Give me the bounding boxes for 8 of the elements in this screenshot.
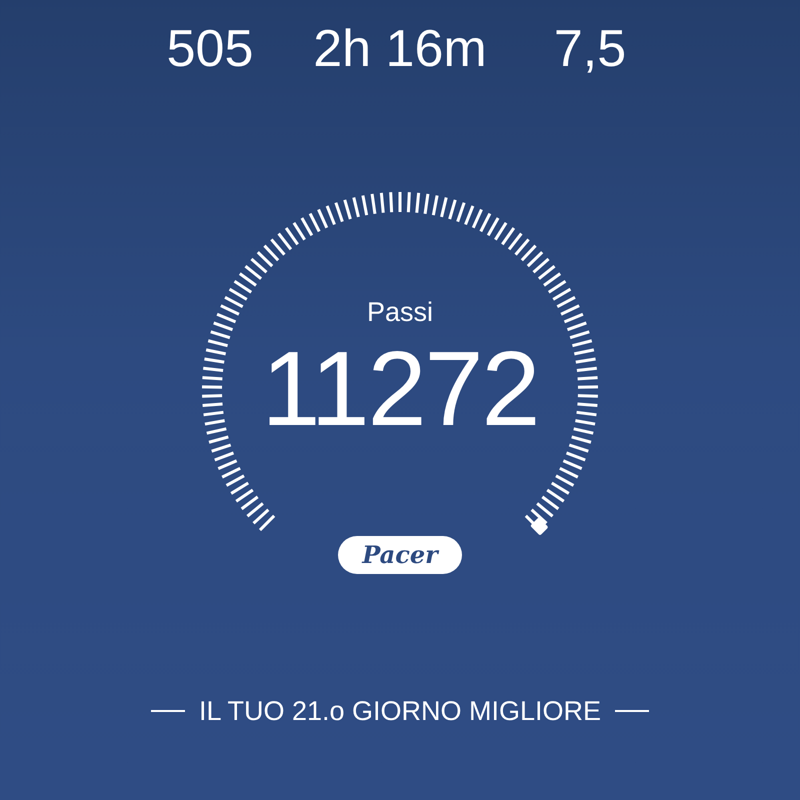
gauge-marker <box>530 517 548 536</box>
logo-badge: Pacer <box>338 536 462 574</box>
best-day-caption: IL TUO 21.o GIORNO MIGLIORE <box>198 695 602 727</box>
steps-count: 11272 <box>262 334 538 444</box>
stat-value: 2h 16m <box>313 21 487 77</box>
stat-value: 7,5 <box>554 21 626 77</box>
steps-label: Passi <box>366 296 434 328</box>
stat-value: 505 <box>166 21 254 77</box>
